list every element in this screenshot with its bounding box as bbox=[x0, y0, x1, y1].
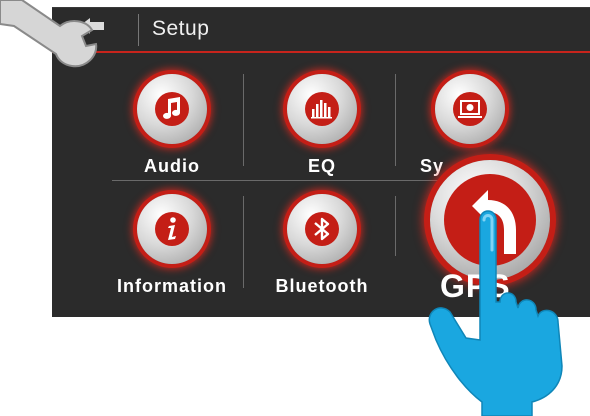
title-underline bbox=[52, 51, 590, 53]
eq-button[interactable] bbox=[287, 74, 357, 144]
info-icon bbox=[155, 212, 189, 246]
bluetooth-icon bbox=[305, 212, 339, 246]
bluetooth-label: Bluetooth bbox=[275, 276, 369, 296]
grid-divider-vertical bbox=[395, 74, 396, 166]
equalizer-icon bbox=[305, 92, 339, 126]
bluetooth-button[interactable] bbox=[287, 194, 357, 264]
menu-item-eq[interactable]: EQ bbox=[252, 74, 392, 177]
grid-divider-vertical bbox=[243, 196, 244, 288]
menu-item-information[interactable]: Information bbox=[102, 194, 242, 297]
system-button[interactable] bbox=[435, 74, 505, 144]
wrench-icon bbox=[0, 0, 98, 68]
top-bar: Setup bbox=[52, 8, 590, 51]
information-label: Information bbox=[117, 276, 227, 296]
audio-button[interactable] bbox=[137, 74, 207, 144]
page-title: Setup bbox=[152, 17, 210, 40]
information-button[interactable] bbox=[137, 194, 207, 264]
menu-item-bluetooth[interactable]: Bluetooth bbox=[252, 194, 392, 297]
grid-divider-vertical bbox=[243, 74, 244, 166]
menu-item-audio[interactable]: Audio bbox=[102, 74, 242, 177]
eq-label: EQ bbox=[307, 156, 336, 176]
pointing-hand-icon bbox=[428, 210, 563, 416]
monitor-icon bbox=[453, 92, 487, 126]
music-note-icon bbox=[155, 92, 189, 126]
grid-divider-vertical bbox=[395, 196, 396, 256]
divider bbox=[138, 14, 139, 46]
audio-label: Audio bbox=[144, 156, 200, 176]
